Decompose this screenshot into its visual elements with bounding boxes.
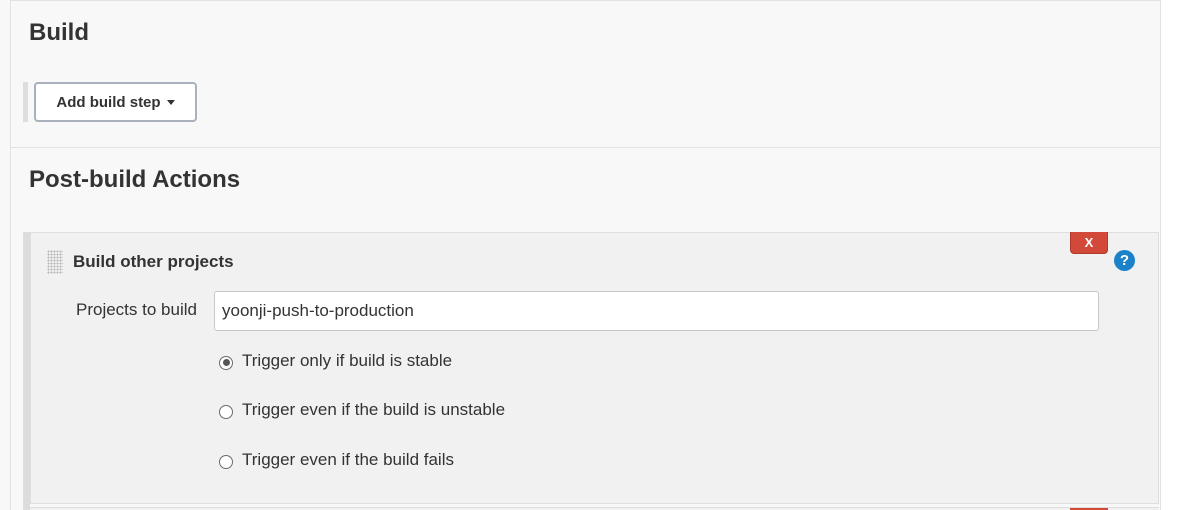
help-icon[interactable]: ? [1114, 250, 1135, 271]
top-divider [10, 0, 1161, 1]
trigger-unstable-option[interactable]: Trigger even if the build is unstable [219, 400, 506, 419]
trigger-stable-label: Trigger only if build is stable [242, 351, 453, 370]
trigger-stable-radio[interactable] [219, 355, 233, 370]
post-build-actions-title: Post-build Actions [29, 166, 241, 193]
delete-action-button[interactable]: X [1070, 232, 1108, 254]
help-icon-glyph: ? [1119, 252, 1130, 269]
trigger-stable-option[interactable]: Trigger only if build is stable [219, 351, 453, 370]
trigger-fails-label: Trigger even if the build fails [242, 450, 454, 469]
action-left-indicator [23, 232, 30, 510]
add-build-step-indicator [23, 82, 28, 122]
trigger-fails-option[interactable]: Trigger even if the build fails [219, 450, 454, 469]
config-frame-left-border [10, 0, 11, 510]
build-section-title: Build [29, 19, 89, 46]
projects-to-build-input[interactable] [214, 291, 1099, 331]
add-build-step-label: Add build step [56, 93, 161, 111]
section-divider [10, 147, 1161, 148]
trigger-unstable-radio[interactable] [219, 404, 233, 419]
action-title: Build other projects [73, 252, 234, 271]
chevron-down-icon [166, 100, 175, 105]
trigger-unstable-label: Trigger even if the build is unstable [242, 400, 506, 419]
close-icon: X [1084, 235, 1094, 250]
projects-to-build-label: Projects to build [76, 300, 197, 319]
trigger-fails-radio[interactable] [219, 454, 233, 469]
build-other-projects-panel [30, 232, 1159, 504]
config-frame-right-border [1160, 0, 1161, 510]
add-build-step-button[interactable]: Add build step [34, 82, 197, 122]
job-configuration-page: Build Add build step Post-build Actions … [0, 0, 1181, 510]
drag-handle-icon[interactable] [47, 250, 63, 274]
page-gutter [1161, 0, 1181, 510]
